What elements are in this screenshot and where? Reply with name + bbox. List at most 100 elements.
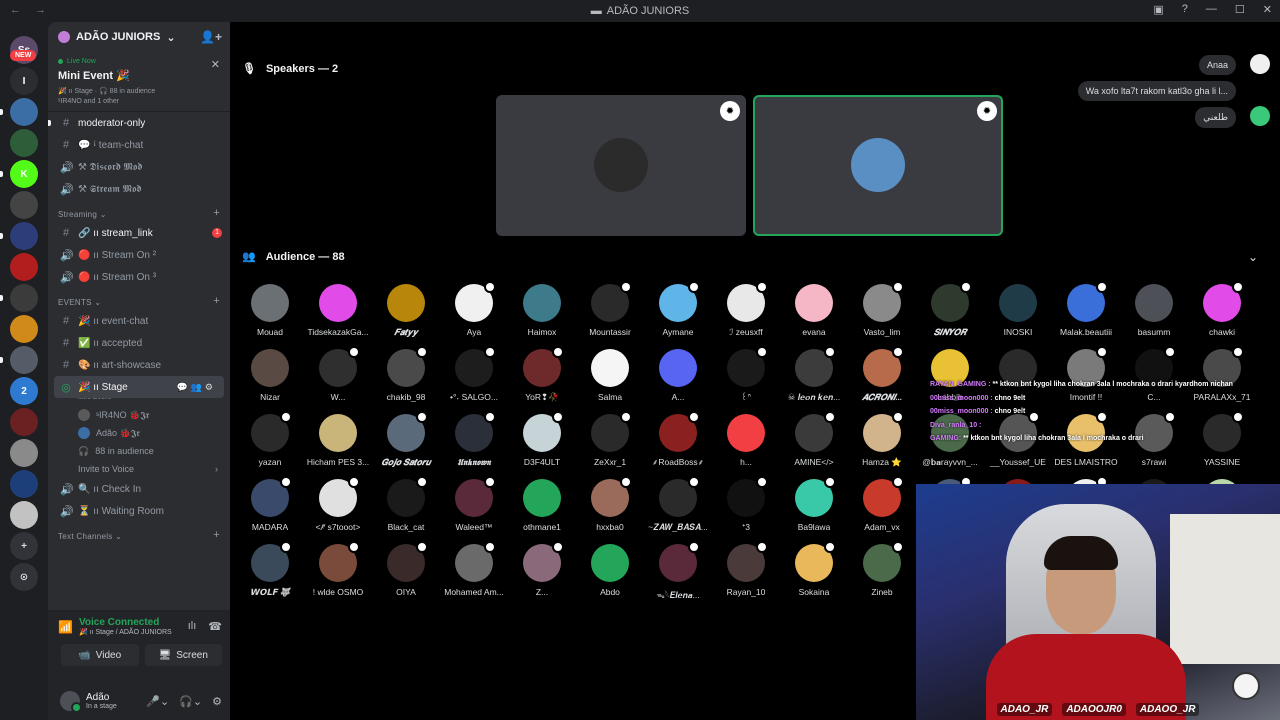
close-window-button[interactable]: ✕: [1263, 3, 1272, 16]
gear-icon[interactable]: ⚙: [212, 695, 222, 708]
audience-member[interactable]: 𝑨𝑪𝑹𝑶𝑵𝑰...: [848, 346, 916, 409]
audience-member[interactable]: ᯓ𓆩𝑬𝒍𝒆𝒏𝒂...: [644, 541, 712, 604]
signal-icon[interactable]: 📶: [58, 620, 73, 634]
audience-member[interactable]: 𝑺𝑰𝑵𝒀𝑶𝑹: [916, 281, 984, 344]
add-channel-icon[interactable]: +: [213, 295, 220, 307]
audience-member[interactable]: TidsekazakGa...: [304, 284, 372, 344]
audience-member[interactable]: 𝖀𝖓𝖐𝖓𝖔𝖜𝖓: [440, 411, 508, 474]
audience-member[interactable]: •°˖ SALGO...: [440, 346, 508, 409]
audience-member[interactable]: Waleed™: [440, 476, 508, 539]
minimize-button[interactable]: —: [1206, 3, 1217, 16]
audience-member[interactable]: ! wlde OSMO: [304, 541, 372, 604]
audience-member[interactable]: ᐩ3: [712, 476, 780, 539]
category-streaming[interactable]: Streaming ⌄ +: [48, 200, 230, 222]
audience-member[interactable]: Hicham PES 3...: [304, 414, 372, 474]
add-server-icon[interactable]: +: [10, 532, 38, 560]
user-name[interactable]: Adão: [86, 692, 117, 703]
audience-member[interactable]: Sokaina: [780, 541, 848, 604]
audience-member[interactable]: Malak.beautiii: [1052, 281, 1120, 344]
audience-member[interactable]: Z...: [508, 541, 576, 604]
screen-share-button[interactable]: 🖥 Screen: [144, 644, 222, 666]
audience-member[interactable]: Aya: [440, 281, 508, 344]
audience-member[interactable]: basumm: [1120, 284, 1188, 344]
audience-member[interactable]: ℐ zeusxff: [712, 281, 780, 344]
audience-member[interactable]: ☠ 𝒍𝒆𝒐𝒏 𝒌𝒆𝒏...: [780, 346, 848, 409]
audience-member[interactable]: INOSKI: [984, 284, 1052, 344]
channel-item[interactable]: # 🎉 ıı event-chat: [48, 310, 230, 332]
server-icon[interactable]: I: [10, 67, 38, 95]
audience-member[interactable]: D3F4ULT: [508, 411, 576, 474]
audience-member[interactable]: A...: [644, 349, 712, 409]
live-event-card[interactable]: Live Now Mini Event 🎉 🎉 ıı Stage · 🎧 88 …: [48, 54, 230, 112]
server-icon[interactable]: K: [10, 160, 38, 188]
audience-member[interactable]: Mouad: [236, 284, 304, 344]
stage-member[interactable]: ˢIR4NO 🐞𝕵𝖗: [48, 406, 230, 424]
discover-icon[interactable]: ⊙: [10, 563, 38, 591]
audience-member[interactable]: Hamza ⭐: [848, 411, 916, 474]
category-text[interactable]: Text Channels ⌄ +: [48, 522, 230, 544]
headphones-icon[interactable]: 🎧⌄: [179, 695, 202, 708]
audience-member[interactable]: MADARA: [236, 476, 304, 539]
server-icon[interactable]: [10, 222, 38, 250]
add-channel-icon[interactable]: +: [213, 207, 220, 219]
audience-member[interactable]: Zineb: [848, 541, 916, 604]
channel-item[interactable]: # 🎨 ıı art-showcase: [48, 354, 230, 376]
speaker-tile[interactable]: ✹: [753, 95, 1003, 236]
audience-member[interactable]: Aymane: [644, 281, 712, 344]
server-icon[interactable]: [10, 284, 38, 312]
audience-member[interactable]: Rayan_10: [712, 541, 780, 604]
avatar[interactable]: [60, 691, 82, 713]
audience-member[interactable]: 𝑭𝒂𝒕𝒚𝒚: [372, 284, 440, 344]
add-channel-icon[interactable]: +: [213, 529, 220, 541]
microphone-icon[interactable]: 🎤⌄: [146, 695, 169, 708]
audience-member[interactable]: Adam_vx: [848, 476, 916, 539]
audience-member[interactable]: W...: [304, 346, 372, 409]
server-icon[interactable]: [10, 346, 38, 374]
close-icon[interactable]: ✕: [211, 58, 220, 71]
server-icon[interactable]: [10, 315, 38, 343]
server-icon[interactable]: [10, 501, 38, 529]
back-arrow-icon[interactable]: ←: [10, 4, 21, 16]
audience-member[interactable]: Ba9lawa: [780, 476, 848, 539]
help-icon[interactable]: ?: [1182, 3, 1188, 16]
chevron-down-icon[interactable]: ⌄: [1248, 250, 1258, 264]
server-icon[interactable]: [10, 470, 38, 498]
channel-item[interactable]: # ✅ ıı accepted: [48, 332, 230, 354]
server-icon[interactable]: [10, 129, 38, 157]
channel-item[interactable]: 🔊 ⏳ ıı Waiting Room: [48, 500, 230, 522]
audience-member[interactable]: AMINE</>: [780, 411, 848, 474]
audience-member[interactable]: YoR❢🥀: [508, 346, 576, 409]
server-icon[interactable]: 2: [10, 377, 38, 405]
voice-location[interactable]: 🎉 ıı Stage / ADÃO JUNIORS: [79, 628, 172, 636]
channel-item[interactable]: 🔊 ⚒ 𝕾𝖙𝖗𝖊𝖆𝖒 𝕸𝖔𝖉: [48, 178, 230, 200]
channel-item[interactable]: 🔊 ⚒ 𝕯𝖎𝖘𝖈𝖔𝖗𝖉 𝕸𝖔𝖉: [48, 156, 230, 178]
channel-item[interactable]: # moderator-only: [48, 112, 230, 134]
inbox-icon[interactable]: ▣: [1153, 3, 1163, 16]
server-icon[interactable]: [10, 98, 38, 126]
audience-member[interactable]: OIYA: [372, 541, 440, 604]
audience-member[interactable]: Black_cat: [372, 476, 440, 539]
guild-header[interactable]: ADÃO JUNIORS ⌄ 👤+: [48, 22, 230, 52]
video-button[interactable]: 📹 Video: [61, 644, 139, 666]
stage-member[interactable]: Adão 🐞𝕵𝖗: [48, 424, 230, 442]
audience-member[interactable]: <ꥆ s7tooot>: [304, 476, 372, 539]
channel-item[interactable]: 🔊 🔍 ıı Check In: [48, 478, 230, 500]
audience-member[interactable]: Vasto_lim: [848, 281, 916, 344]
channel-item[interactable]: 🔊 🔴 ıı Stream On ²: [48, 244, 230, 266]
maximize-button[interactable]: ☐: [1235, 3, 1245, 16]
audience-member[interactable]: h...: [712, 414, 780, 474]
forward-arrow-icon[interactable]: →: [35, 4, 46, 16]
channel-stage[interactable]: ◎ 🎉 ıı Stage 💬👥⚙: [54, 376, 224, 398]
audience-member[interactable]: chawki: [1188, 281, 1256, 344]
audience-member[interactable]: yazan: [236, 411, 304, 474]
audience-member[interactable]: chakib_98: [372, 346, 440, 409]
audience-member[interactable]: Haimox: [508, 284, 576, 344]
audience-member[interactable]: hxxba0: [576, 476, 644, 539]
server-icon[interactable]: [10, 253, 38, 281]
noise-suppression-icon[interactable]: ılı: [188, 620, 197, 633]
server-icon[interactable]: [10, 408, 38, 436]
audience-member[interactable]: ⸙RoadBoss⸙: [644, 411, 712, 474]
audience-member[interactable]: ~𝒁𝑨𝑾_𝑩𝑨𝑺𝑨...: [644, 476, 712, 539]
audience-member[interactable]: othmane1: [508, 479, 576, 539]
voice-status[interactable]: Voice Connected: [79, 617, 172, 628]
